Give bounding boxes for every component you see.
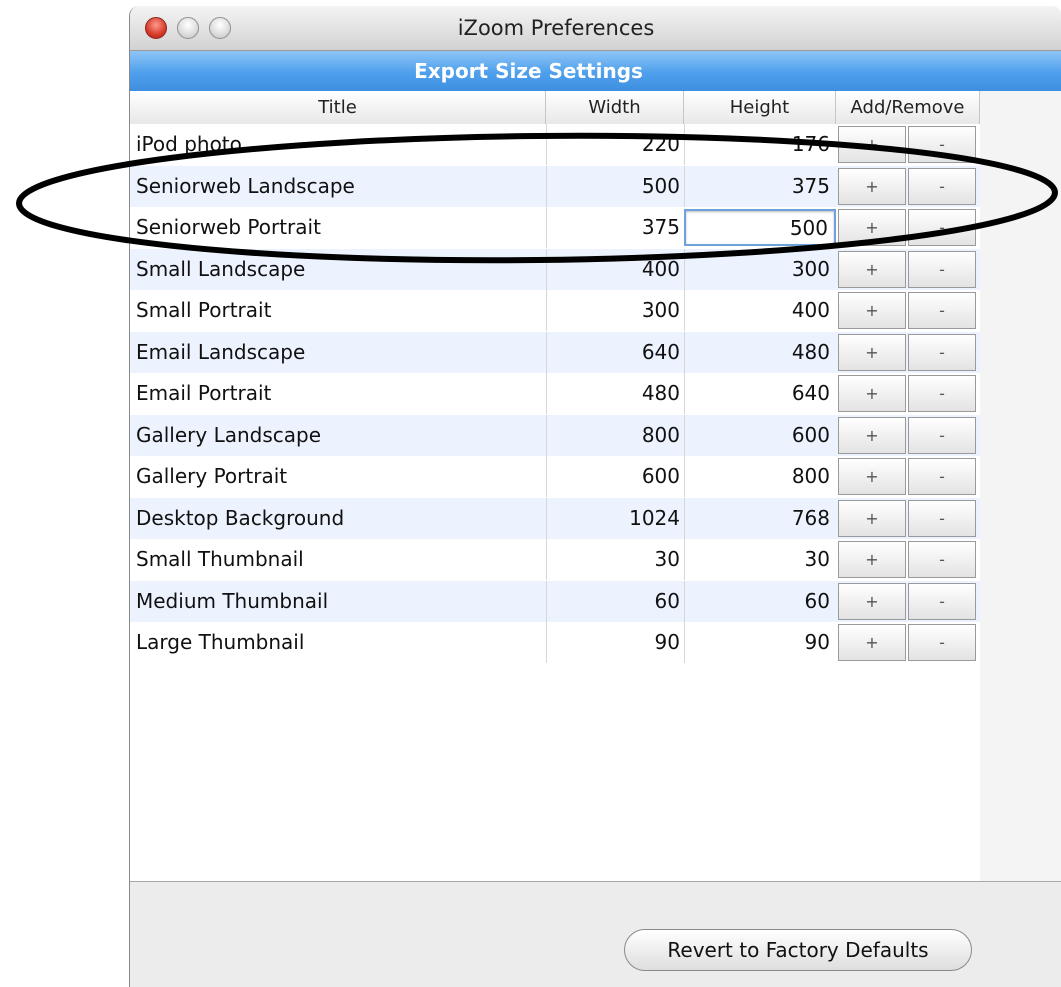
row-width[interactable]: 800 [546, 414, 684, 456]
row-title[interactable]: Small Portrait [136, 290, 271, 331]
remove-row-button[interactable]: - [908, 126, 976, 163]
row-height[interactable]: 30 [684, 539, 836, 580]
add-row-button[interactable]: + [838, 624, 906, 661]
add-row-button[interactable]: + [838, 209, 906, 246]
table-row[interactable]: Small Landscape 400 300 + - [130, 248, 980, 290]
row-height[interactable]: 375 [684, 165, 836, 207]
row-title[interactable]: Email Landscape [136, 332, 305, 373]
table-row[interactable]: Large Thumbnail 90 90 + - [130, 622, 980, 663]
remove-row-button[interactable]: - [908, 375, 976, 412]
row-width[interactable]: 480 [546, 373, 684, 414]
add-row-button[interactable]: + [838, 292, 906, 329]
add-row-button[interactable]: + [838, 458, 906, 495]
remove-row-button[interactable]: - [908, 416, 976, 454]
row-height[interactable]: 480 [684, 331, 836, 373]
remove-row-button[interactable]: - [908, 333, 976, 371]
row-height[interactable]: 90 [684, 622, 836, 663]
row-width[interactable]: 300 [546, 290, 684, 331]
add-row-button[interactable]: + [838, 167, 906, 205]
remove-row-button[interactable]: - [908, 541, 976, 578]
add-row-button[interactable]: + [838, 499, 906, 537]
table-row[interactable]: Seniorweb Landscape 500 375 + - [130, 165, 980, 207]
remove-row-button[interactable]: - [908, 624, 976, 661]
table-row[interactable]: Medium Thumbnail 60 60 + - [130, 580, 980, 622]
row-width[interactable]: 640 [546, 331, 684, 373]
table-row[interactable]: Seniorweb Portrait 375 500 + - [130, 207, 980, 248]
bottom-bar: Revert to Factory Defaults [130, 881, 1061, 987]
table-row[interactable]: Small Thumbnail 30 30 + - [130, 539, 980, 580]
row-width[interactable]: 30 [546, 539, 684, 580]
title-bar[interactable]: iZoom Preferences [130, 6, 1061, 51]
row-title[interactable]: Seniorweb Portrait [136, 207, 321, 248]
revert-to-factory-defaults-button[interactable]: Revert to Factory Defaults [624, 929, 972, 971]
row-height[interactable]: 800 [684, 456, 836, 497]
remove-row-button[interactable]: - [908, 250, 976, 288]
table-row[interactable]: Small Portrait 300 400 + - [130, 290, 980, 331]
row-width[interactable]: 600 [546, 456, 684, 497]
row-width[interactable]: 220 [546, 124, 684, 165]
row-height[interactable]: 600 [684, 414, 836, 456]
row-height[interactable]: 640 [684, 373, 836, 414]
table-row[interactable]: iPod photo 220 176 + - [130, 124, 980, 165]
row-height-edit-field[interactable]: 500 [684, 209, 836, 246]
row-title[interactable]: Desktop Background [136, 498, 344, 539]
row-width[interactable]: 1024 [546, 497, 684, 539]
add-row-button[interactable]: + [838, 333, 906, 371]
add-row-button[interactable]: + [838, 375, 906, 412]
row-title[interactable]: Gallery Landscape [136, 415, 321, 456]
add-row-button[interactable]: + [838, 126, 906, 163]
row-height[interactable]: 60 [684, 580, 836, 622]
row-height[interactable]: 768 [684, 497, 836, 539]
remove-row-button[interactable]: - [908, 458, 976, 495]
row-width[interactable]: 400 [546, 248, 684, 290]
add-row-button[interactable]: + [838, 250, 906, 288]
add-row-button[interactable]: + [838, 582, 906, 620]
row-height[interactable]: 300 [684, 248, 836, 290]
row-width[interactable]: 500 [546, 165, 684, 207]
row-height[interactable]: 400 [684, 290, 836, 331]
table-row[interactable]: Gallery Portrait 600 800 + - [130, 456, 980, 497]
row-title[interactable]: iPod photo [136, 124, 242, 165]
add-row-button[interactable]: + [838, 416, 906, 454]
row-width[interactable]: 90 [546, 622, 684, 663]
scrollbar-track[interactable] [980, 91, 1061, 881]
row-width[interactable]: 60 [546, 580, 684, 622]
row-title[interactable]: Gallery Portrait [136, 456, 287, 497]
row-width[interactable]: 375 [546, 207, 684, 248]
column-header-height[interactable]: Height [684, 91, 836, 124]
column-header-title[interactable]: Title [130, 91, 546, 124]
remove-row-button[interactable]: - [908, 167, 976, 205]
table-row[interactable]: Desktop Background 1024 768 + - [130, 497, 980, 539]
window-title: iZoom Preferences [457, 16, 655, 40]
row-title[interactable]: Medium Thumbnail [136, 581, 328, 622]
add-row-button[interactable]: + [838, 541, 906, 578]
column-header-width[interactable]: Width [546, 91, 684, 124]
table-header: Title Width Height Add/Remove [130, 91, 980, 125]
preferences-window: iZoom Preferences Export Size Settings T… [129, 6, 1061, 987]
section-header: Export Size Settings [130, 51, 1061, 91]
row-title[interactable]: Email Portrait [136, 373, 271, 414]
table-row[interactable]: Gallery Landscape 800 600 + - [130, 414, 980, 456]
table-row[interactable]: Email Portrait 480 640 + - [130, 373, 980, 414]
row-title[interactable]: Seniorweb Landscape [136, 166, 355, 207]
export-sizes-table: iPod photo 220 176 + - Seniorweb Landscape 500… [130, 124, 981, 881]
remove-row-button[interactable]: - [908, 292, 976, 329]
row-height[interactable]: 176 [684, 124, 836, 165]
row-title[interactable]: Small Landscape [136, 249, 305, 290]
row-title[interactable]: Small Thumbnail [136, 539, 304, 580]
table-row[interactable]: Email Landscape 640 480 + - [130, 331, 980, 373]
remove-row-button[interactable]: - [908, 209, 976, 246]
row-title[interactable]: Large Thumbnail [136, 622, 304, 663]
remove-row-button[interactable]: - [908, 499, 976, 537]
column-header-add-remove[interactable]: Add/Remove [836, 91, 980, 124]
remove-row-button[interactable]: - [908, 582, 976, 620]
